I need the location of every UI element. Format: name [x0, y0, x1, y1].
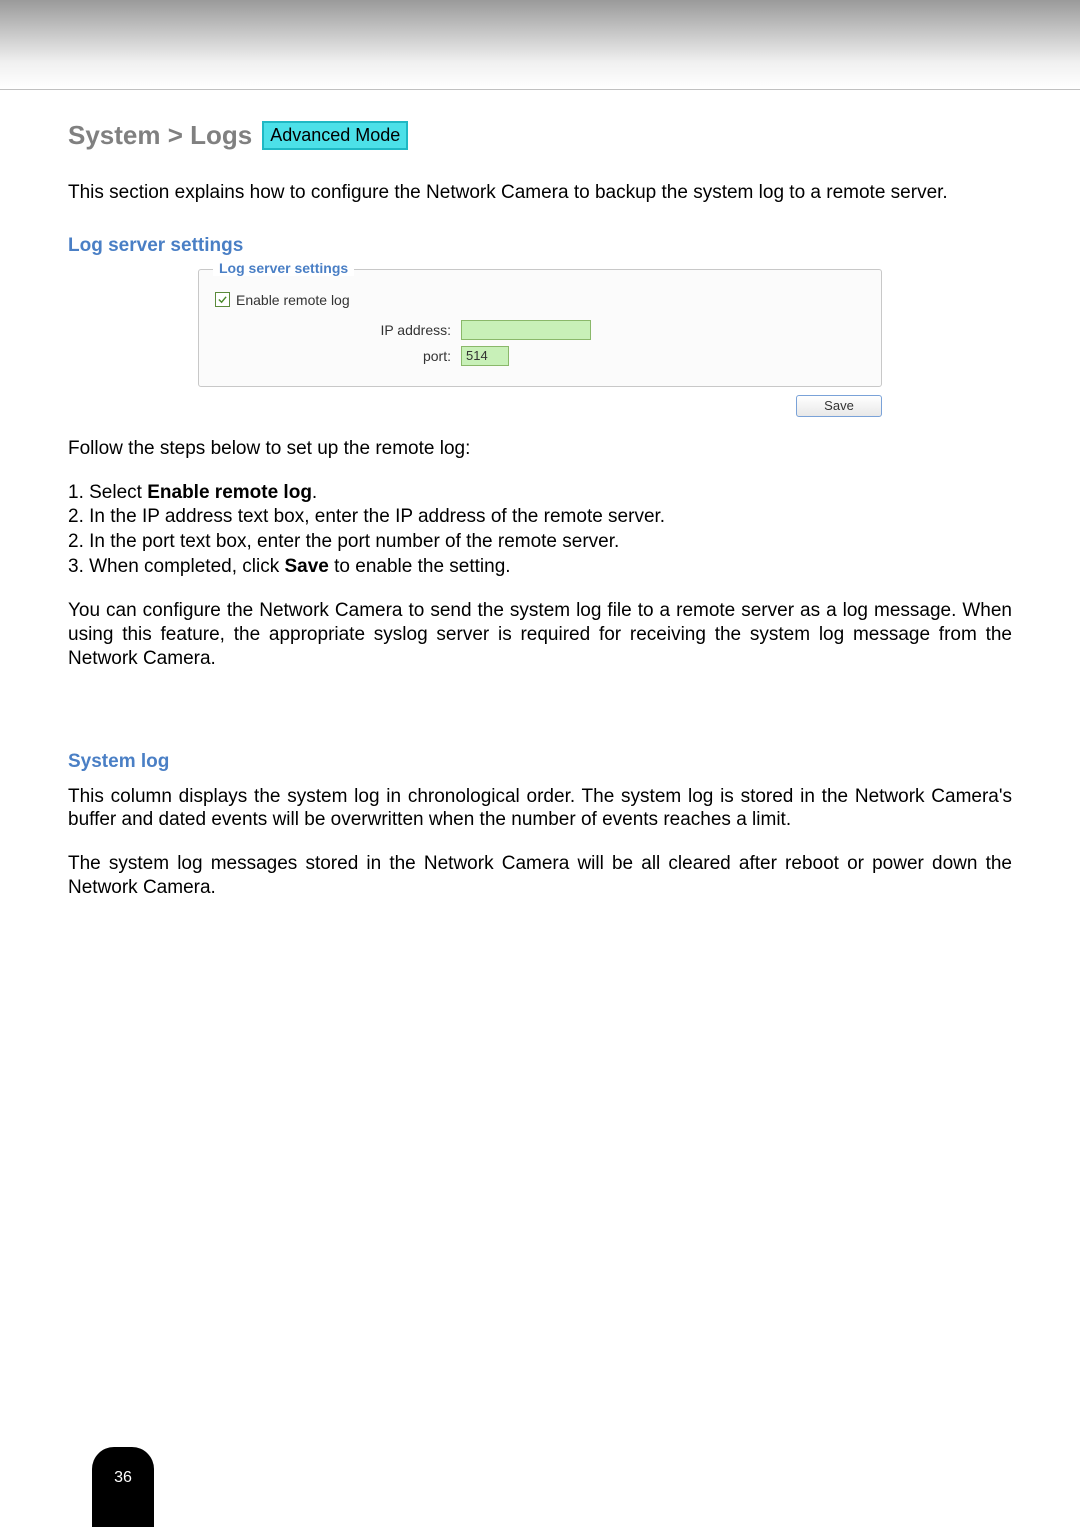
- ip-address-input[interactable]: [461, 320, 591, 340]
- log-server-fieldset-container: Log server settings Enable remote log IP…: [198, 269, 882, 387]
- page-header-gradient: [0, 0, 1080, 90]
- port-row: port:: [231, 346, 865, 366]
- log-server-fieldset: Log server settings Enable remote log IP…: [198, 269, 882, 387]
- ip-address-label: IP address:: [231, 322, 461, 338]
- steps-list: 1. Select Enable remote log. 2. In the I…: [68, 481, 1012, 580]
- step-2: 2. In the IP address text box, enter the…: [68, 505, 1012, 530]
- ip-address-row: IP address:: [231, 320, 865, 340]
- step-1-prefix: 1. Select: [68, 482, 147, 503]
- system-log-p2: The system log messages stored in the Ne…: [68, 852, 1012, 900]
- log-server-settings-heading: Log server settings: [68, 235, 1012, 257]
- steps-intro: Follow the steps below to set up the rem…: [68, 437, 1012, 461]
- step-3: 2. In the port text box, enter the port …: [68, 530, 1012, 555]
- step-4: 3. When completed, click Save to enable …: [68, 555, 1012, 580]
- save-button-row: Save: [198, 395, 882, 417]
- breadcrumb: System > Logs: [68, 120, 252, 151]
- step-4-suffix: to enable the setting.: [329, 556, 511, 577]
- step-1-bold: Enable remote log: [147, 482, 312, 503]
- port-label: port:: [231, 348, 461, 364]
- page-number-block: 36: [92, 1447, 154, 1527]
- enable-remote-log-row: Enable remote log: [215, 292, 865, 308]
- check-icon: [218, 295, 227, 304]
- post-steps-paragraph: You can configure the Network Camera to …: [68, 599, 1012, 670]
- step-1: 1. Select Enable remote log.: [68, 481, 1012, 506]
- port-input[interactable]: [461, 346, 509, 366]
- page-content: System > Logs Advanced Mode This section…: [0, 90, 1080, 900]
- save-button[interactable]: Save: [796, 395, 882, 417]
- intro-paragraph: This section explains how to configure t…: [68, 181, 1012, 205]
- step-1-suffix: .: [312, 482, 317, 503]
- fieldset-legend: Log server settings: [213, 260, 354, 276]
- system-log-heading: System log: [68, 751, 1012, 773]
- page-number: 36: [114, 1469, 132, 1487]
- enable-remote-log-label: Enable remote log: [236, 292, 350, 308]
- enable-remote-log-checkbox[interactable]: [215, 292, 230, 307]
- spacer: [68, 691, 1012, 751]
- breadcrumb-row: System > Logs Advanced Mode: [68, 120, 1012, 151]
- step-4-prefix: 3. When completed, click: [68, 556, 284, 577]
- advanced-mode-badge: Advanced Mode: [262, 121, 408, 150]
- step-4-bold: Save: [284, 556, 328, 577]
- system-log-p1: This column displays the system log in c…: [68, 785, 1012, 833]
